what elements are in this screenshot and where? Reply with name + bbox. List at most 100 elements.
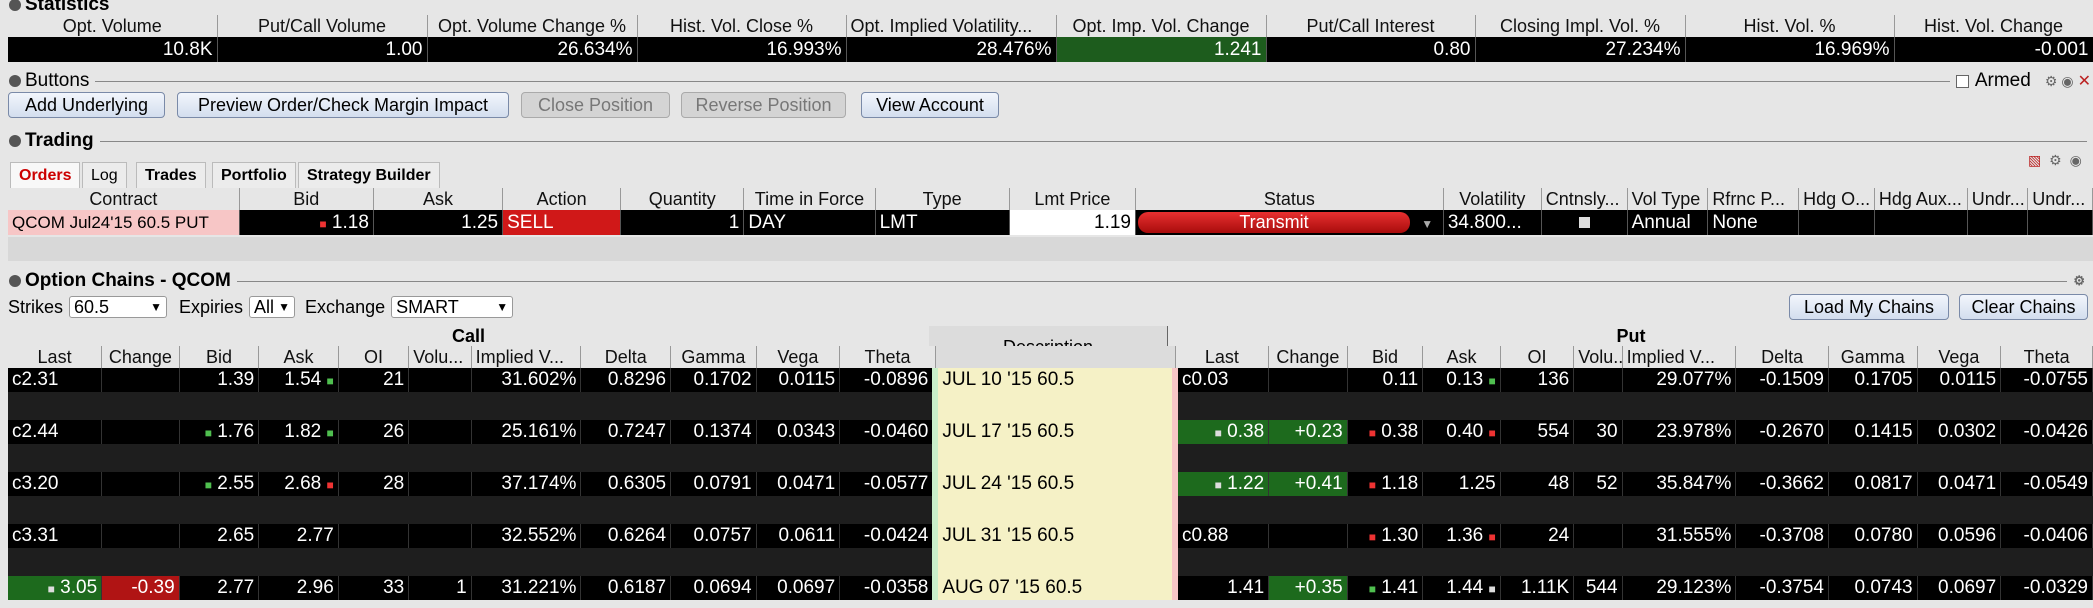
settings-icon[interactable]: ⚙ [2073, 273, 2085, 289]
put-volume[interactable] [1573, 524, 1623, 548]
call-last[interactable]: c2.31 [8, 368, 103, 392]
call-col-bid[interactable]: Bid [179, 346, 260, 368]
call-implied-vol[interactable]: 31.602% [471, 368, 582, 392]
put-theta[interactable]: -0.0406 [2000, 524, 2093, 548]
expiry-description[interactable]: JUL 24 '15 60.5 [932, 472, 1179, 496]
put-ask[interactable]: 0.13 ■ [1422, 368, 1501, 392]
call-col-theta[interactable]: Theta [839, 346, 936, 368]
call-volume[interactable] [408, 420, 472, 444]
put-change[interactable]: +0.35 [1268, 576, 1348, 600]
tab-trades[interactable]: Trades [136, 162, 206, 189]
call-implied-vol[interactable]: 25.161% [471, 420, 582, 444]
call-gamma[interactable]: 0.0757 [670, 524, 757, 548]
put-gamma[interactable]: 0.0743 [1828, 576, 1918, 600]
call-change[interactable] [101, 420, 180, 444]
transmit-button[interactable]: Transmit [1137, 211, 1410, 233]
put-gamma[interactable]: 0.0780 [1828, 524, 1918, 548]
col-continuously[interactable]: Cntnsly... [1541, 188, 1628, 210]
reverse-position-button[interactable]: Reverse Position [681, 92, 846, 118]
order-hedge-order[interactable] [1798, 210, 1875, 235]
put-col-last[interactable]: Last [1175, 346, 1270, 368]
call-col-volume[interactable]: Volu... [408, 346, 472, 368]
put-col-delta[interactable]: Delta [1735, 346, 1829, 368]
call-ask[interactable]: 2.68 ■ [258, 472, 339, 496]
expiries-select[interactable]: All ▼ [249, 296, 296, 318]
close-icon[interactable]: ✕ [2078, 71, 2091, 91]
put-last[interactable]: c0.03 [1175, 368, 1270, 392]
put-col-oi[interactable]: OI [1500, 346, 1575, 368]
put-oi[interactable]: 1.11K [1500, 576, 1575, 600]
call-bid[interactable]: 2.65 [179, 524, 260, 548]
put-gamma[interactable]: 0.0817 [1828, 472, 1918, 496]
call-oi[interactable]: 26 [338, 420, 410, 444]
call-gamma[interactable]: 0.0791 [670, 472, 757, 496]
col-lmt-price[interactable]: Lmt Price [1009, 188, 1136, 210]
put-ask[interactable]: 1.25 [1422, 472, 1501, 496]
order-type[interactable]: LMT [875, 210, 1010, 235]
put-ask[interactable]: 0.40 ■ [1422, 420, 1501, 444]
call-theta[interactable]: -0.0896 [839, 368, 936, 392]
put-gamma[interactable]: 0.1415 [1828, 420, 1918, 444]
call-delta[interactable]: 0.8296 [580, 368, 672, 392]
col-contract[interactable]: Contract [8, 188, 240, 210]
dropdown-arrow-icon[interactable]: ▼ [1421, 217, 1433, 231]
expiry-description[interactable]: JUL 17 '15 60.5 [932, 420, 1179, 444]
put-theta[interactable]: -0.0329 [2000, 576, 2093, 600]
call-volume[interactable] [408, 368, 472, 392]
call-bid[interactable]: ■ 2.55 [179, 472, 260, 496]
put-ask[interactable]: 1.44 ■ [1422, 576, 1501, 600]
tab-portfolio[interactable]: Portfolio [212, 162, 296, 189]
call-vega[interactable]: 0.0343 [756, 420, 841, 444]
col-underlying-2[interactable]: Undr... [2027, 188, 2093, 210]
col-quantity[interactable]: Quantity [620, 188, 745, 210]
tab-log[interactable]: Log [82, 162, 127, 189]
put-bid[interactable]: ■ 1.18 [1347, 472, 1424, 496]
put-bid[interactable]: ■ 0.38 [1347, 420, 1424, 444]
put-vega[interactable]: 0.0697 [1917, 576, 2002, 600]
call-last[interactable]: c3.20 [8, 472, 103, 496]
call-gamma[interactable]: 0.1374 [670, 420, 757, 444]
chain-row[interactable]: c2.31 1.39 1.54 ■ 21 31.602% 0.8296 0.17… [8, 368, 2093, 392]
put-col-gamma[interactable]: Gamma [1828, 346, 1918, 368]
call-oi[interactable] [338, 524, 410, 548]
order-action[interactable]: SELL [502, 210, 622, 235]
collapse-icon[interactable] [9, 275, 21, 287]
call-ask[interactable]: 2.96 [258, 576, 339, 600]
col-type[interactable]: Type [875, 188, 1010, 210]
call-volume[interactable] [408, 524, 472, 548]
order-lmt-price[interactable]: 1.19 [1009, 210, 1136, 235]
call-vega[interactable]: 0.0471 [756, 472, 841, 496]
call-implied-vol[interactable]: 32.552% [471, 524, 582, 548]
call-change[interactable] [101, 472, 180, 496]
col-ask[interactable]: Ask [373, 188, 504, 210]
put-gamma[interactable]: 0.1705 [1828, 368, 1918, 392]
call-implied-vol[interactable]: 31.221% [471, 576, 582, 600]
put-col-bid[interactable]: Bid [1347, 346, 1424, 368]
put-vega[interactable]: 0.0115 [1917, 368, 2002, 392]
call-gamma[interactable]: 0.1702 [670, 368, 757, 392]
call-last[interactable]: ■ 3.05 [8, 576, 103, 600]
call-ask[interactable]: 1.82 ■ [258, 420, 339, 444]
add-underlying-button[interactable]: Add Underlying [8, 92, 165, 118]
help-icon[interactable]: ◉ [2061, 73, 2073, 90]
put-col-ask[interactable]: Ask [1422, 346, 1501, 368]
call-col-delta[interactable]: Delta [580, 346, 672, 368]
tab-strategy-builder[interactable]: Strategy Builder [298, 162, 440, 189]
put-implied-vol[interactable]: 31.555% [1622, 524, 1737, 548]
put-volume[interactable] [1573, 368, 1623, 392]
put-volume[interactable]: 52 [1573, 472, 1623, 496]
chain-row[interactable]: ■ 3.05 -0.39 2.77 2.96 33 1 31.221% 0.61… [8, 576, 2093, 600]
col-volatility[interactable]: Volatility [1443, 188, 1542, 210]
col-underlying-1[interactable]: Undr... [1967, 188, 2029, 210]
call-last[interactable]: c2.44 [8, 420, 103, 444]
call-theta[interactable]: -0.0424 [839, 524, 936, 548]
put-oi[interactable]: 554 [1500, 420, 1575, 444]
put-delta[interactable]: -0.3662 [1735, 472, 1829, 496]
put-change[interactable]: +0.41 [1268, 472, 1348, 496]
call-col-implied-vol[interactable]: Implied V... [471, 346, 582, 368]
put-ask[interactable]: 1.36 ■ [1422, 524, 1501, 548]
call-vega[interactable]: 0.0611 [756, 524, 841, 548]
put-change[interactable]: +0.23 [1268, 420, 1348, 444]
order-hedge-aux[interactable] [1874, 210, 1968, 235]
put-implied-vol[interactable]: 29.123% [1622, 576, 1737, 600]
